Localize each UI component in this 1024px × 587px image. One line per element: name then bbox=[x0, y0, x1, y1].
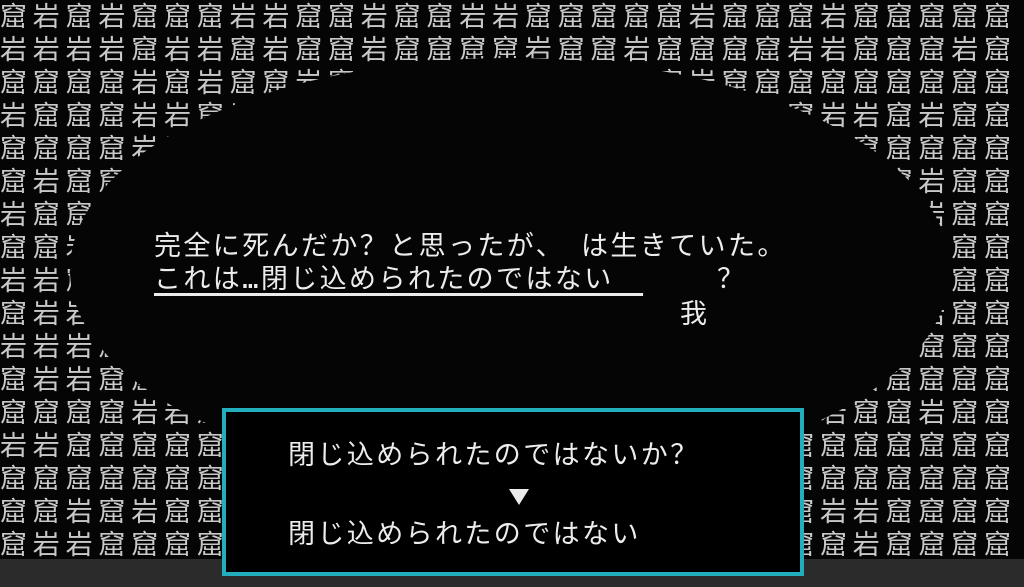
choice-dialog: 閉じ込められたのではないか？ 閉じ込められたのではない bbox=[222, 408, 804, 576]
cave-floor bbox=[215, 385, 815, 409]
narration-line-2: これは…閉じ込められたのではない bbox=[154, 264, 644, 295]
narration-line-1: 完全に死んだか？と思ったが、 は生きていた。 bbox=[154, 231, 787, 262]
floating-glyph: 我 bbox=[680, 299, 710, 330]
rock-row: 窟岩窟岩窟窟窟岩岩窟窟岩窟窟岩岩窟窟窟窟窟岩窟窟窟岩窟窟窟窟窟 bbox=[0, 2, 1017, 33]
down-triangle-icon[interactable] bbox=[509, 489, 529, 505]
narration-line-2-tail: ？ bbox=[717, 264, 747, 295]
choice-option-2[interactable]: 閉じ込められたのではない bbox=[288, 519, 641, 551]
choice-option-1[interactable]: 閉じ込められたのではないか？ bbox=[288, 440, 700, 472]
game-screen: 窟岩窟岩窟窟窟岩岩窟窟岩窟窟岩岩窟窟窟窟窟岩窟窟窟岩窟窟窟窟窟 岩岩岩岩窟岩岩窟岩… bbox=[0, 0, 1024, 587]
